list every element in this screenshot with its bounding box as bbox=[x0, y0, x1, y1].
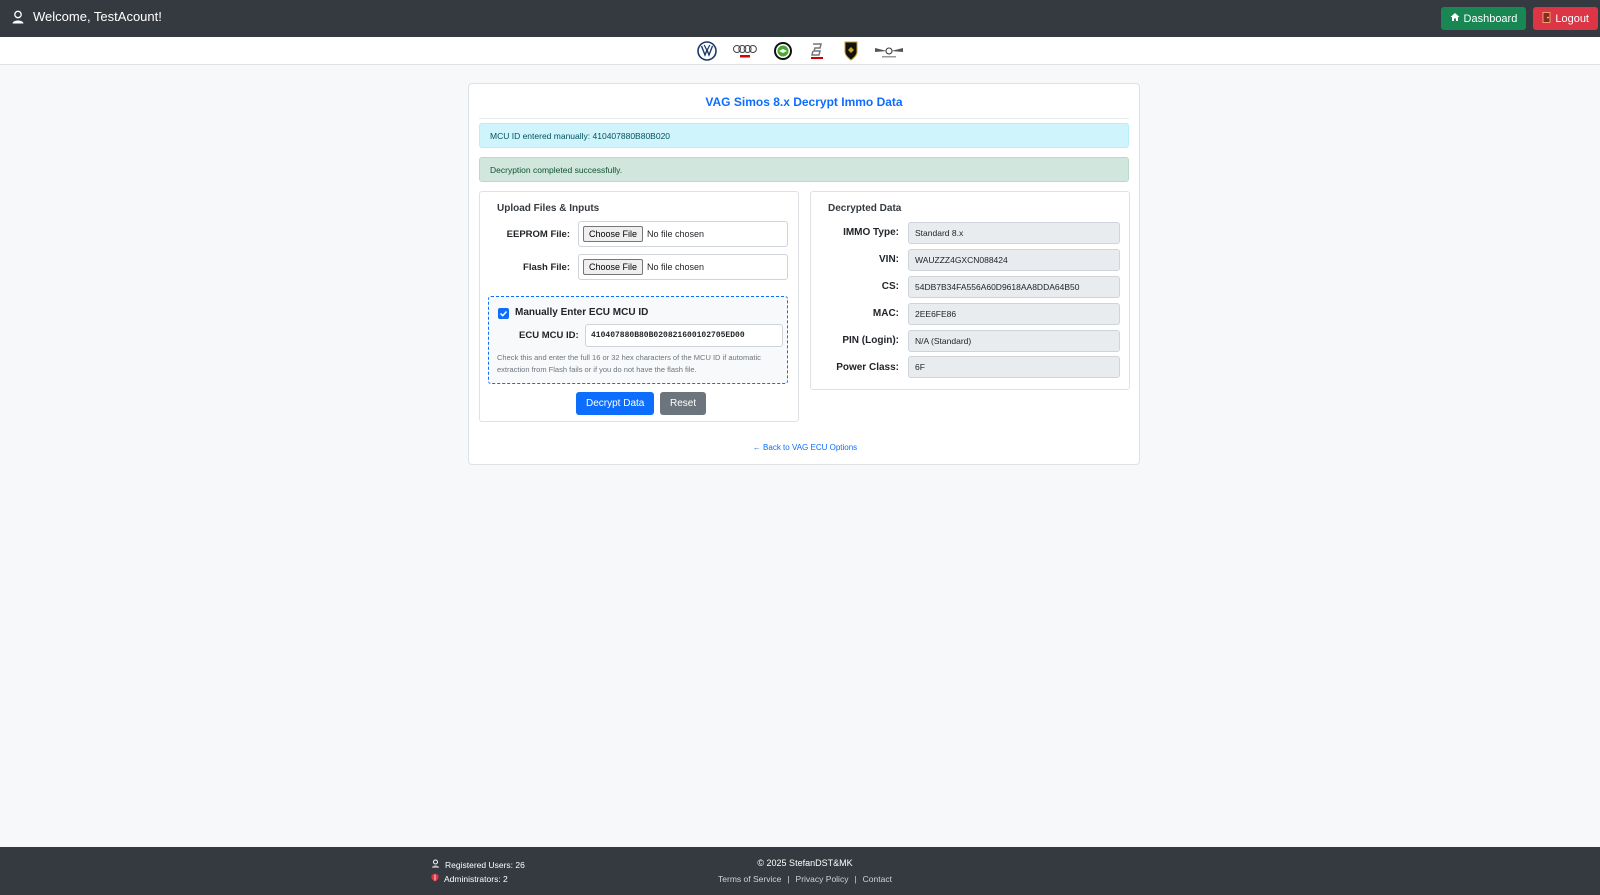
mcu-info-alert: MCU ID entered manually: 410407880B80B02… bbox=[479, 123, 1129, 148]
logout-button[interactable]: Logout bbox=[1533, 7, 1598, 30]
flash-file-input[interactable]: Choose File No file chosen bbox=[578, 254, 788, 280]
pin-value[interactable]: N/A (Standard) bbox=[908, 330, 1120, 352]
eeprom-label: EEPROM File: bbox=[506, 228, 570, 240]
manual-mcu-box: Manually Enter ECU MCU ID ECU MCU ID: Ch… bbox=[488, 296, 788, 384]
mac-value[interactable]: 2EE6FE86 bbox=[908, 303, 1120, 325]
footer-separator: | bbox=[787, 874, 790, 884]
mcu-hint-text: Check this and enter the full 16 or 32 h… bbox=[497, 353, 761, 374]
volkswagen-logo-icon[interactable] bbox=[696, 40, 718, 62]
decrypt-card: VAG Simos 8.x Decrypt Immo Data MCU ID e… bbox=[468, 83, 1140, 465]
logout-label: Logout bbox=[1555, 12, 1589, 25]
pin-label: PIN (Login): bbox=[842, 335, 899, 346]
vin-value[interactable]: WAUZZZ4GXCN088424 bbox=[908, 249, 1120, 271]
eeprom-no-file-text: No file chosen bbox=[647, 229, 705, 239]
home-icon bbox=[1450, 12, 1460, 25]
immo-type-value[interactable]: Standard 8.x bbox=[908, 222, 1120, 244]
audi-logo-icon[interactable] bbox=[730, 40, 760, 62]
dashboard-button[interactable]: Dashboard bbox=[1440, 7, 1527, 30]
upload-heading: Upload Files & Inputs bbox=[497, 203, 600, 214]
flash-label: Flash File: bbox=[523, 261, 570, 273]
decrypted-heading: Decrypted Data bbox=[828, 203, 902, 214]
manual-mcu-checkbox[interactable] bbox=[498, 308, 509, 319]
bentley-logo-icon[interactable] bbox=[874, 40, 904, 62]
decrypt-button[interactable]: Decrypt Data bbox=[576, 392, 655, 415]
checkmark-icon bbox=[499, 310, 508, 317]
cs-value[interactable]: 54DB7B34FA556A60D9618AA8DDA64B50 bbox=[908, 276, 1120, 298]
power-class-value[interactable]: 6F bbox=[908, 356, 1120, 378]
vin-label: VIN: bbox=[879, 254, 899, 265]
success-alert: Decryption completed successfully. bbox=[479, 157, 1129, 182]
manual-mcu-label[interactable]: Manually Enter ECU MCU ID bbox=[515, 307, 648, 318]
immo-type-label: IMMO Type: bbox=[843, 227, 899, 238]
mcu-id-label: ECU MCU ID: bbox=[519, 330, 579, 341]
skoda-logo-icon[interactable] bbox=[772, 40, 794, 62]
card-title: VAG Simos 8.x Decrypt Immo Data bbox=[479, 95, 1129, 119]
lamborghini-logo-icon[interactable] bbox=[840, 40, 862, 62]
seat-logo-icon[interactable] bbox=[806, 40, 828, 62]
eeprom-file-input[interactable]: Choose File No file chosen bbox=[578, 221, 788, 247]
reset-button[interactable]: Reset bbox=[660, 392, 707, 415]
dashboard-label: Dashboard bbox=[1463, 12, 1518, 25]
contact-link[interactable]: Contact bbox=[863, 874, 892, 884]
footer: Registered Users: 26 Administrators: 2 ©… bbox=[0, 847, 1600, 895]
mac-label: MAC: bbox=[872, 308, 899, 319]
footer-links: Terms of Service | Privacy Policy | Contact bbox=[0, 874, 1600, 884]
copyright-text: © 2025 StefanDST&MK bbox=[757, 858, 853, 868]
flash-row: Flash File: Choose File No file chosen bbox=[490, 254, 788, 280]
footer-separator: | bbox=[854, 874, 857, 884]
welcome-text: Welcome, TestAcount! bbox=[33, 9, 162, 24]
user-icon bbox=[11, 10, 25, 24]
welcome-area: Welcome, TestAcount! bbox=[11, 9, 162, 24]
flash-choose-file-button[interactable]: Choose File bbox=[583, 259, 644, 275]
mcu-id-input[interactable] bbox=[585, 324, 783, 347]
eeprom-choose-file-button[interactable]: Choose File bbox=[583, 226, 644, 242]
door-icon bbox=[1542, 11, 1551, 26]
eeprom-row: EEPROM File: Choose File No file chosen bbox=[490, 221, 788, 247]
header-actions: Dashboard Logout bbox=[1440, 7, 1598, 30]
back-link[interactable]: ← Back to VAG ECU Options bbox=[469, 443, 1141, 452]
privacy-link[interactable]: Privacy Policy bbox=[796, 874, 849, 884]
terms-link[interactable]: Terms of Service bbox=[718, 874, 781, 884]
cs-label: CS: bbox=[881, 281, 899, 292]
flash-no-file-text: No file chosen bbox=[647, 262, 705, 272]
upload-panel: Upload Files & Inputs EEPROM File: Choos… bbox=[479, 191, 799, 422]
power-class-label: Power Class: bbox=[836, 362, 899, 373]
brand-strip bbox=[0, 37, 1600, 65]
top-navbar: Welcome, TestAcount! Dashboard Logout bbox=[0, 0, 1600, 37]
decrypted-panel: Decrypted Data IMMO Type: Standard 8.x V… bbox=[810, 191, 1130, 390]
